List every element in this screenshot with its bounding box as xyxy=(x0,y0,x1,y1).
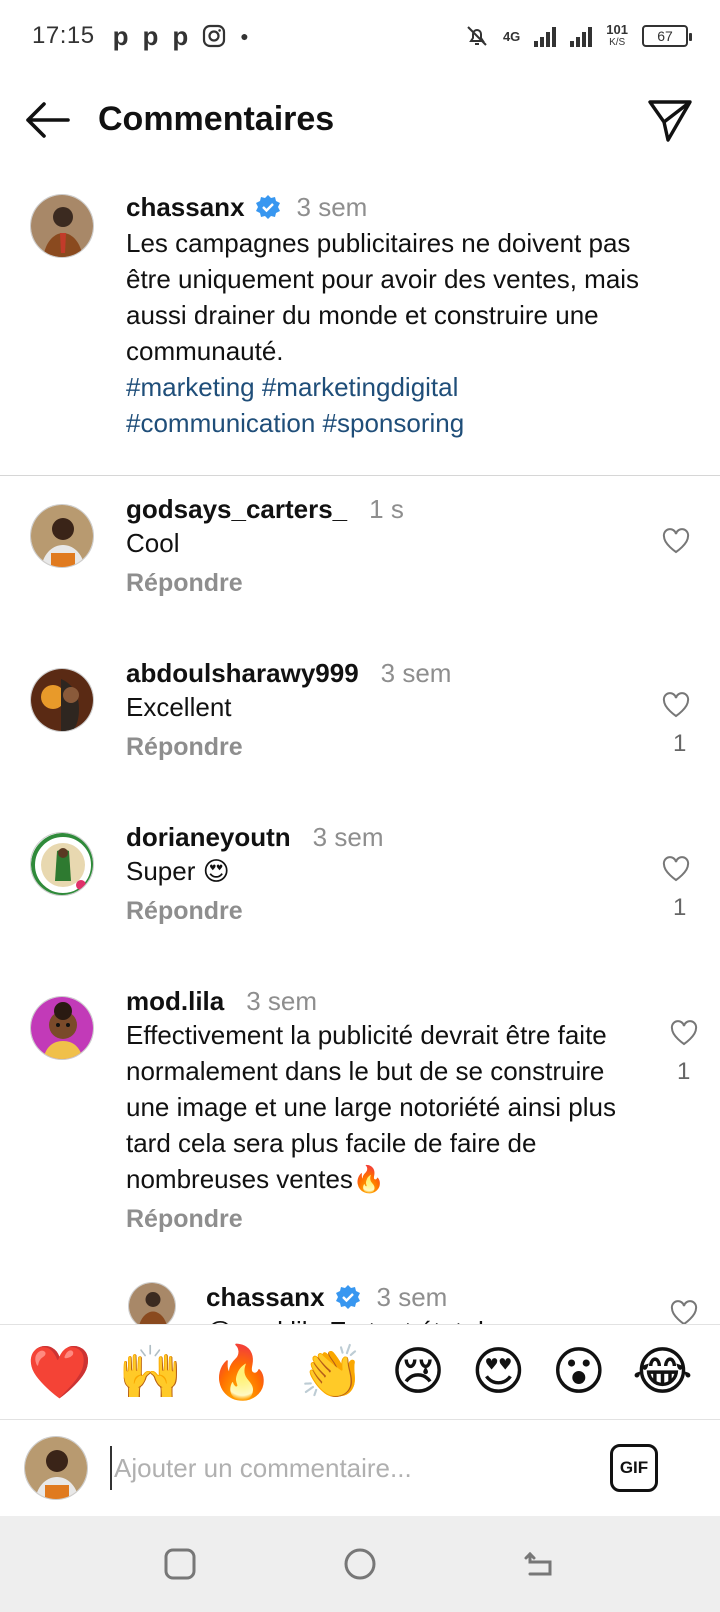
username[interactable]: chassanx xyxy=(126,192,245,222)
verified-badge-icon xyxy=(255,195,280,219)
emoji-quick-bar: ❤️ 🙌 🔥 👏 😢 😍 😮 😂 xyxy=(0,1324,720,1420)
like-count: 1 xyxy=(677,1058,691,1085)
username[interactable]: godsays_carters_ xyxy=(126,494,347,524)
comment-text: Super 😍 xyxy=(126,856,230,886)
more-notifications-dot: ● xyxy=(240,28,249,44)
post-caption: chassanx 3 sem Les campagnes publicitaire… xyxy=(0,180,720,476)
avatar[interactable] xyxy=(30,996,94,1060)
emoji-button[interactable]: ❤️ xyxy=(27,1342,92,1403)
emoji-button[interactable]: 🔥 xyxy=(209,1342,274,1403)
app-p-icon: p xyxy=(142,20,159,51)
heart-icon[interactable] xyxy=(670,1300,698,1324)
username[interactable]: abdoulsharawy999 xyxy=(126,658,359,688)
emoji-button[interactable]: 😂 xyxy=(632,1342,693,1402)
avatar xyxy=(24,1436,88,1500)
battery-icon: 67 xyxy=(642,25,692,47)
reply-item: chassanx 3 sem @mod.lila En tout état de … xyxy=(0,1282,720,1324)
timestamp: 1 s xyxy=(369,494,404,524)
comment-text: Excellent xyxy=(126,692,232,722)
avatar[interactable] xyxy=(30,832,94,896)
timestamp: 3 sem xyxy=(246,986,318,1016)
verified-badge-icon xyxy=(335,1285,360,1309)
comment-input[interactable]: Ajouter un commentaire... xyxy=(110,1446,580,1490)
comment-text: Effectivement la publicité devrait être … xyxy=(126,1020,616,1194)
emoji-button[interactable]: 😢 xyxy=(391,1342,445,1402)
app-p-icon: p xyxy=(172,20,189,51)
recent-apps-icon[interactable] xyxy=(160,1544,200,1584)
hashtags[interactable]: #marketing #marketingdigital #communicat… xyxy=(126,369,646,441)
reply-button[interactable]: Répondre xyxy=(126,569,646,598)
emoji-button[interactable]: 🙌 xyxy=(118,1342,183,1403)
status-bar: 17:15 p p p ● 4G 101 K/S 67 xyxy=(0,0,720,72)
reply-button[interactable]: Répondre xyxy=(126,733,646,762)
comment-text: Cool xyxy=(126,528,180,558)
username[interactable]: mod.lila xyxy=(126,986,224,1016)
network-type: 4G xyxy=(502,28,521,44)
instagram-icon xyxy=(203,24,226,48)
notification-icons: p p p ● xyxy=(113,21,249,52)
timestamp: 3 sem xyxy=(296,192,368,222)
arrow-left-icon[interactable] xyxy=(24,100,70,140)
emoji-button[interactable]: 👏 xyxy=(300,1342,365,1403)
avatar[interactable] xyxy=(30,668,94,732)
signal-icon xyxy=(570,25,593,47)
home-icon[interactable] xyxy=(340,1544,380,1584)
app-p-icon: p xyxy=(112,20,129,51)
signal-icon xyxy=(534,25,557,47)
heart-icon[interactable] xyxy=(662,692,690,718)
back-nav-icon[interactable] xyxy=(520,1544,560,1584)
app-header: Commentaires xyxy=(0,80,720,160)
username[interactable]: dorianeyoutn xyxy=(126,822,291,852)
network-speed: 101 K/S xyxy=(606,22,628,48)
paper-plane-icon[interactable] xyxy=(646,96,694,144)
timestamp: 3 sem xyxy=(312,822,384,852)
reply-button[interactable]: Répondre xyxy=(126,897,646,926)
page-title: Commentaires xyxy=(98,100,335,138)
heart-icon[interactable] xyxy=(662,528,690,554)
timestamp: 3 sem xyxy=(376,1282,448,1312)
username[interactable]: chassanx xyxy=(206,1282,325,1312)
like-count: 1 xyxy=(673,894,687,921)
reply-text: @mod.lila En tout état de cause xyxy=(206,1313,666,1324)
system-nav-bar xyxy=(0,1516,720,1612)
bell-off-icon xyxy=(467,26,487,46)
reply-button[interactable]: Répondre xyxy=(126,1205,646,1234)
emoji-button[interactable]: 😍 xyxy=(471,1342,525,1402)
timestamp: 3 sem xyxy=(380,658,452,688)
gif-button[interactable]: GIF xyxy=(610,1444,658,1492)
avatar[interactable] xyxy=(30,194,94,258)
like-count: 1 xyxy=(673,730,687,757)
heart-icon[interactable] xyxy=(670,1020,698,1046)
emoji-button[interactable]: 😮 xyxy=(552,1342,606,1402)
comment-composer: Ajouter un commentaire... GIF xyxy=(0,1420,720,1516)
status-right: 4G 101 K/S 67 xyxy=(465,22,692,49)
avatar[interactable] xyxy=(30,504,94,568)
status-time: 17:15 xyxy=(32,22,95,49)
avatar[interactable] xyxy=(128,1282,176,1324)
caption-text: Les campagnes publicitaires ne doivent p… xyxy=(126,228,640,366)
heart-icon[interactable] xyxy=(662,856,690,882)
